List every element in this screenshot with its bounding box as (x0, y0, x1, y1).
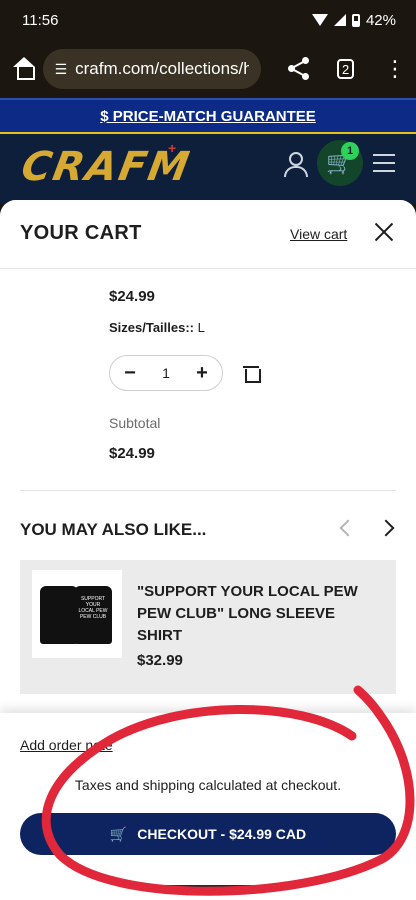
cart-drawer: YOUR CART View cart SHIRT PERSONAL T-SHI… (0, 200, 416, 900)
share-icon[interactable] (285, 55, 309, 83)
shirt-front-image (40, 586, 78, 644)
more-options-icon[interactable]: ⋮ (384, 58, 406, 80)
cart-count-badge: 1 (341, 142, 359, 160)
increase-quantity-button[interactable]: + (194, 362, 210, 385)
recommendations-title: YOU MAY ALSO LIKE... (20, 520, 207, 539)
battery-level: 42% (365, 11, 396, 29)
shirt-print-text: SUPPORT YOUR LOCAL PEW PEW CLUB (78, 596, 108, 620)
tax-shipping-note: Taxes and shipping calculated at checkou… (74, 777, 342, 793)
cart-item-price: $24.99 (109, 288, 155, 305)
decrease-quantity-button[interactable]: − (122, 362, 138, 385)
product-thumbnail[interactable]: SUPPORT YOUR LOCAL PEW PEW CLUB (32, 570, 122, 658)
status-icons: 42% (311, 11, 396, 29)
status-bar: 11:56 42% (0, 0, 416, 40)
chevron-left-icon[interactable] (339, 519, 357, 537)
recommended-product-name[interactable]: "SUPPORT YOUR LOCAL PEW PEW CLUB" LONG S… (137, 581, 382, 647)
home-icon[interactable] (10, 55, 35, 83)
quantity-value[interactable]: 1 (162, 365, 170, 381)
subtotal-value: $24.99 (109, 445, 155, 462)
cart-title: YOUR CART (20, 222, 142, 244)
url-text: crafm.com/collections/h (75, 59, 249, 78)
hamburger-menu-icon[interactable] (373, 154, 395, 172)
close-icon[interactable] (374, 222, 394, 242)
tab-switcher-button[interactable]: 2 (337, 59, 355, 79)
site-header: CRAFM + 🛒 1 (0, 134, 416, 204)
subtotal-label: Subtotal (109, 415, 161, 431)
wifi-icon (311, 14, 328, 26)
cart-drawer-header: YOUR CART View cart (0, 200, 416, 269)
logo-plus-mark: + (168, 140, 177, 156)
cart-footer: Add order note Taxes and shipping calcul… (0, 713, 416, 900)
gesture-home-indicator[interactable] (153, 885, 263, 889)
variant-value: L (197, 320, 205, 335)
view-cart-link[interactable]: View cart (290, 226, 347, 242)
checkout-button[interactable]: 🛒 CHECKOUT - $24.99 CAD (20, 813, 396, 855)
status-time: 11:56 (22, 11, 59, 29)
battery-icon (351, 13, 360, 27)
account-icon[interactable] (283, 152, 308, 177)
quantity-stepper: − 1 + (109, 355, 223, 391)
address-bar[interactable]: ☰ crafm.com/collections/h (42, 49, 261, 89)
chevron-right-icon[interactable] (377, 519, 395, 537)
cart-item-variant: Sizes/Tailles:: L (109, 320, 205, 335)
browser-toolbar: ☰ crafm.com/collections/h 2 ⋮ (0, 40, 416, 98)
add-order-note-link[interactable]: Add order note (20, 737, 113, 753)
site-settings-icon[interactable]: ☰ (55, 61, 68, 78)
promo-text[interactable]: $ PRICE-MATCH GUARANTEE (100, 108, 316, 125)
divider (20, 490, 396, 491)
promo-banner[interactable]: $ PRICE-MATCH GUARANTEE (0, 98, 416, 134)
checkout-label: CHECKOUT - $24.99 CAD (137, 826, 307, 842)
variant-label: Sizes/Tailles:: (109, 320, 195, 335)
recommended-product-price: $32.99 (137, 652, 183, 669)
cart-icon: 🛒 (109, 825, 128, 842)
recommended-product-card[interactable]: SUPPORT YOUR LOCAL PEW PEW CLUB "SUPPORT… (20, 560, 396, 694)
signal-icon (333, 14, 346, 26)
remove-item-trash-icon[interactable] (243, 364, 261, 383)
